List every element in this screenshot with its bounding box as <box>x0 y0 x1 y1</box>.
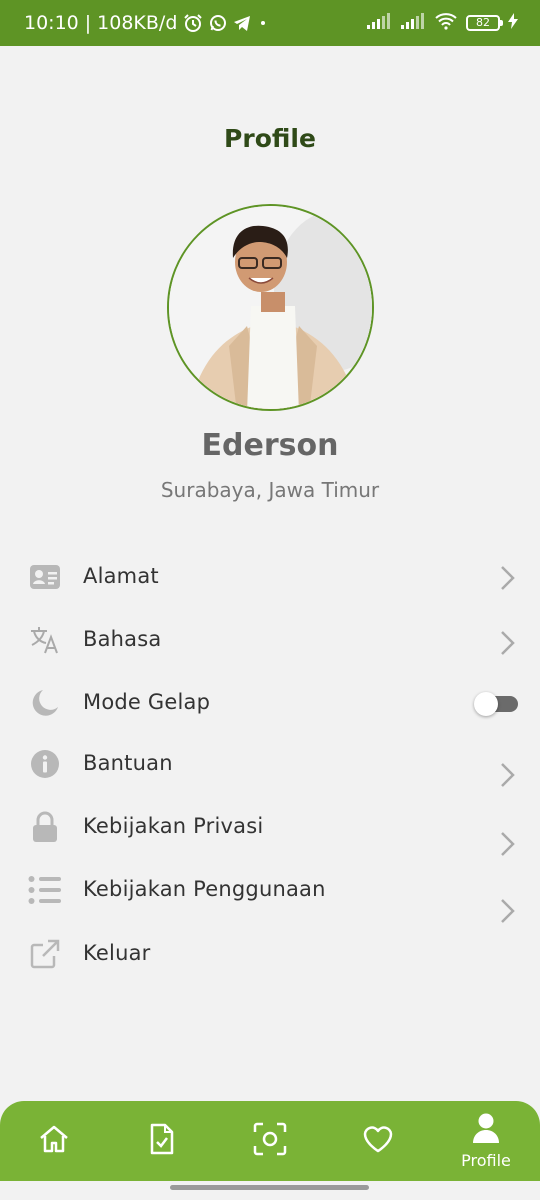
menu-item-keluar[interactable]: Keluar <box>0 927 540 983</box>
status-divider: | <box>84 12 92 34</box>
chevron-right-icon <box>501 566 515 590</box>
heart-icon <box>362 1125 394 1158</box>
status-right: 82 <box>366 0 518 46</box>
status-time: 10:10 <box>24 12 79 34</box>
home-icon <box>38 1124 70 1159</box>
menu-item-mode-gelap[interactable]: Mode Gelap <box>0 676 540 732</box>
status-bar: 10:10 | 108KB/d 82 <box>0 0 540 46</box>
menu-label-bantuan: Bantuan <box>83 751 173 775</box>
menu-item-alamat[interactable]: Alamat <box>0 550 540 606</box>
external-link-icon <box>28 937 62 971</box>
battery-icon: 82 <box>466 15 503 31</box>
dark-mode-toggle[interactable] <box>474 692 518 716</box>
menu-label-bahasa: Bahasa <box>83 627 162 651</box>
page-title: Profile <box>224 124 316 153</box>
chevron-right-icon <box>501 899 515 923</box>
nav-home[interactable] <box>0 1101 108 1181</box>
wifi-icon <box>434 12 458 35</box>
menu-label-kebijakan-privasi: Kebijakan Privasi <box>83 814 264 838</box>
nav-scan[interactable] <box>216 1101 324 1181</box>
nav-favorites[interactable] <box>324 1101 432 1181</box>
chevron-right-icon <box>501 832 515 856</box>
nav-label-profile: Profile <box>461 1151 511 1170</box>
address-card-icon <box>28 560 62 594</box>
user-name: Ederson <box>201 428 339 463</box>
bottom-nav: Profile <box>0 1101 540 1181</box>
charging-icon <box>508 12 518 34</box>
signal-icon-2 <box>400 12 426 35</box>
status-left: 10:10 | 108KB/d <box>24 0 269 46</box>
menu-label-alamat: Alamat <box>83 564 159 588</box>
menu-item-bantuan[interactable]: Bantuan <box>0 737 540 793</box>
nav-profile[interactable]: Profile <box>432 1101 540 1181</box>
menu-label-kebijakan-penggunaan: Kebijakan Penggunaan <box>83 877 326 901</box>
lock-icon <box>28 810 62 844</box>
menu-item-kebijakan-privasi[interactable]: Kebijakan Privasi <box>0 800 540 856</box>
whatsapp-icon <box>209 14 227 32</box>
chevron-right-icon <box>501 763 515 787</box>
avatar <box>167 204 374 411</box>
document-check-icon <box>149 1123 175 1160</box>
signal-icon <box>366 12 392 35</box>
moon-icon <box>28 686 62 720</box>
chevron-right-icon <box>501 631 515 655</box>
translate-icon <box>28 623 62 657</box>
status-speed: 108KB/d <box>97 12 178 34</box>
menu-item-bahasa[interactable]: Bahasa <box>0 613 540 669</box>
telegram-icon <box>233 14 251 32</box>
gesture-bar[interactable] <box>170 1185 369 1190</box>
user-location: Surabaya, Jawa Timur <box>160 478 380 502</box>
toggle-knob <box>474 692 498 716</box>
menu-label-keluar: Keluar <box>83 941 151 965</box>
scan-icon <box>253 1122 287 1161</box>
alarm-icon <box>183 13 203 33</box>
menu-label-mode-gelap: Mode Gelap <box>83 690 211 714</box>
list-icon <box>28 873 62 907</box>
dot-icon <box>257 17 269 29</box>
menu-item-kebijakan-penggunaan[interactable]: Kebijakan Penggunaan <box>0 863 540 923</box>
user-icon <box>472 1112 500 1149</box>
info-icon <box>28 747 62 781</box>
nav-documents[interactable] <box>108 1101 216 1181</box>
